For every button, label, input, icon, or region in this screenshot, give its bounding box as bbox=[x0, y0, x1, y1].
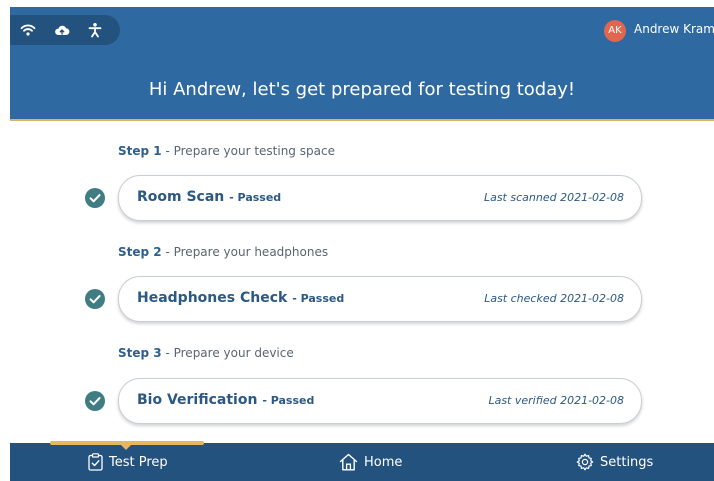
check-icon bbox=[85, 188, 105, 208]
header: AK Andrew Kramer Hi Andrew, let's get pr… bbox=[10, 7, 714, 120]
last-checked-date: Last checked 2021-02-08 bbox=[484, 292, 624, 305]
status-badge: - Passed bbox=[262, 394, 315, 407]
status-badge: - Passed bbox=[292, 292, 345, 305]
avatar[interactable]: AK bbox=[604, 20, 626, 42]
card-title: Room Scan - Passed bbox=[137, 189, 281, 205]
step-number: Step 3 bbox=[118, 346, 162, 360]
tab-label: Test Prep bbox=[109, 454, 168, 470]
tab-test-prep[interactable]: Test Prep bbox=[88, 452, 168, 472]
gear-icon bbox=[576, 453, 594, 471]
step-1-label: Step 1 - Prepare your testing space bbox=[118, 144, 335, 158]
page-title: Hi Andrew, let's get prepared for testin… bbox=[148, 79, 576, 100]
tab-label: Settings bbox=[600, 454, 654, 470]
step-description: - Prepare your testing space bbox=[165, 144, 335, 158]
accessibility-icon bbox=[88, 23, 102, 38]
status-bar bbox=[10, 15, 120, 45]
wifi-icon bbox=[20, 24, 36, 36]
check-icon bbox=[85, 391, 105, 411]
step-description: - Prepare your headphones bbox=[165, 245, 329, 259]
step-description: - Prepare your device bbox=[165, 346, 294, 360]
last-verified-date: Last verified 2021-02-08 bbox=[488, 394, 624, 407]
card-title-text: Bio Verification bbox=[137, 392, 258, 408]
header-divider bbox=[10, 119, 714, 121]
card-title: Bio Verification - Passed bbox=[137, 392, 314, 408]
last-scanned-date: Last scanned 2021-02-08 bbox=[483, 191, 624, 204]
tab-home[interactable]: Home bbox=[339, 452, 402, 472]
app-frame: AK Andrew Kramer Hi Andrew, let's get pr… bbox=[10, 7, 714, 481]
step-number: Step 2 bbox=[118, 245, 162, 259]
step-number: Step 1 bbox=[118, 144, 162, 158]
tab-settings[interactable]: Settings bbox=[576, 452, 653, 472]
check-icon bbox=[85, 289, 105, 309]
card-title-text: Headphones Check bbox=[137, 290, 288, 306]
headphones-check-card[interactable]: Headphones Check - Passed Last checked 2… bbox=[118, 276, 642, 322]
active-tab-caret bbox=[120, 444, 132, 450]
card-title-text: Room Scan bbox=[137, 189, 225, 205]
card-title: Headphones Check - Passed bbox=[137, 290, 344, 306]
bio-verification-card[interactable]: Bio Verification - Passed Last verified … bbox=[118, 378, 642, 424]
home-icon bbox=[339, 453, 358, 471]
clipboard-check-icon bbox=[88, 453, 103, 471]
step-3-label: Step 3 - Prepare your device bbox=[118, 346, 294, 360]
user-name[interactable]: Andrew Kramer bbox=[634, 22, 714, 36]
status-badge: - Passed bbox=[229, 191, 282, 204]
room-scan-card[interactable]: Room Scan - Passed Last scanned 2021-02-… bbox=[118, 175, 642, 221]
cloud-upload-icon bbox=[55, 25, 70, 35]
step-2-label: Step 2 - Prepare your headphones bbox=[118, 245, 328, 259]
tab-label: Home bbox=[364, 454, 403, 470]
